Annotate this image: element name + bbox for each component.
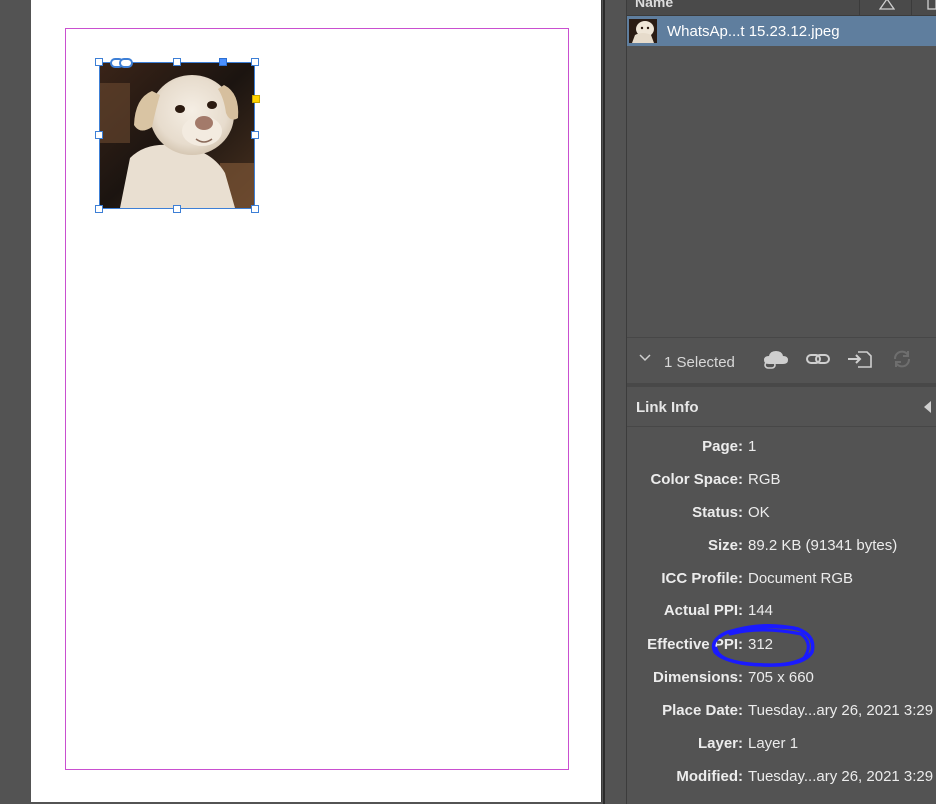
- info-label: Place Date:: [662, 702, 743, 719]
- links-toolbar: 1 Selected: [627, 337, 936, 384]
- info-row-modified: Modified: Tuesday...ary 26, 2021 3:29: [627, 768, 936, 801]
- page-column-icon[interactable]: [927, 0, 936, 10]
- info-label: Actual PPI:: [663, 602, 743, 619]
- go-to-link-icon[interactable]: [846, 348, 874, 370]
- info-label: Status:: [692, 504, 743, 521]
- info-row-place-date: Place Date: Tuesday...ary 26, 2021 3:29: [627, 702, 936, 735]
- resize-handle-bottom-right[interactable]: [251, 205, 259, 213]
- info-row-icc-profile: ICC Profile: Document RGB: [627, 570, 936, 603]
- link-file-name: WhatsAp...t 15.23.12.jpeg: [667, 23, 840, 40]
- cloud-link-icon[interactable]: [761, 348, 791, 370]
- resize-handle-bottom[interactable]: [173, 205, 181, 213]
- image-frame[interactable]: [95, 58, 260, 213]
- update-link-icon[interactable]: [891, 348, 913, 370]
- resize-handle-bottom-left[interactable]: [95, 205, 103, 213]
- corner-options-handle[interactable]: [252, 95, 260, 103]
- links-list-empty-area[interactable]: [627, 46, 936, 336]
- info-row-status: Status: OK: [627, 504, 936, 537]
- info-value: 144: [748, 602, 774, 619]
- dog-photo: [100, 63, 254, 208]
- info-row-size: Size: 89.2 KB (91341 bytes): [627, 537, 936, 570]
- info-value: Tuesday...ary 26, 2021 3:29: [748, 702, 934, 719]
- info-label: Color Space:: [650, 471, 743, 488]
- info-value: RGB: [748, 471, 781, 488]
- column-name-header[interactable]: Name: [635, 0, 673, 10]
- resize-handle-top[interactable]: [173, 58, 181, 66]
- info-value: 1: [748, 438, 757, 455]
- info-label: ICC Profile:: [661, 570, 743, 587]
- chevron-down-icon[interactable]: [639, 354, 651, 362]
- info-label: Page:: [702, 438, 743, 455]
- info-value: Layer 1: [748, 735, 799, 752]
- info-label: Layer:: [697, 735, 743, 752]
- info-label: Dimensions:: [652, 669, 743, 686]
- content-grabber-handle[interactable]: [219, 58, 227, 66]
- info-row-color-space: Color Space: RGB: [627, 471, 936, 504]
- info-row-page: Page: 1: [627, 438, 936, 471]
- info-value: 705 x 660: [748, 669, 814, 686]
- selected-count: 1 Selected: [664, 354, 735, 371]
- resize-handle-top-right[interactable]: [251, 58, 259, 66]
- link-thumbnail: [629, 19, 657, 43]
- info-value: 312: [748, 636, 774, 653]
- section-divider[interactable]: [627, 383, 936, 387]
- link-info-title: Link Info: [636, 399, 699, 416]
- warning-triangle-icon[interactable]: [879, 0, 895, 10]
- resize-handle-left[interactable]: [95, 131, 103, 139]
- panel-divider[interactable]: [603, 0, 605, 804]
- info-row-actual-ppi: Actual PPI: 144: [627, 602, 936, 635]
- collapse-triangle-icon[interactable]: [923, 400, 932, 414]
- info-row-effective-ppi: Effective PPI: 312: [627, 636, 936, 669]
- info-value: 89.2 KB (91341 bytes): [748, 537, 898, 554]
- resize-handle-top-left[interactable]: [95, 58, 103, 66]
- info-row-dimensions: Dimensions: 705 x 660: [627, 669, 936, 702]
- resize-handle-right[interactable]: [251, 131, 259, 139]
- info-label: Effective PPI:: [647, 636, 743, 653]
- info-value: Document RGB: [748, 570, 854, 587]
- info-value: Tuesday...ary 26, 2021 3:29: [748, 768, 934, 785]
- info-label: Modified:: [676, 768, 743, 785]
- links-list-header: Name: [627, 0, 936, 16]
- column-separator: [911, 0, 912, 15]
- column-separator: [859, 0, 860, 15]
- info-row-layer: Layer: Layer 1: [627, 735, 936, 768]
- chain-link-badge-icon[interactable]: [110, 57, 134, 69]
- document-page[interactable]: [31, 0, 602, 802]
- relink-chain-icon[interactable]: [805, 348, 831, 370]
- link-info-header[interactable]: Link Info: [627, 388, 936, 427]
- link-list-item[interactable]: WhatsAp...t 15.23.12.jpeg: [627, 16, 936, 46]
- links-panel: Name WhatsAp...t 15.23.12.jpeg 1 Selecte…: [626, 0, 936, 804]
- info-value: OK: [748, 504, 770, 521]
- info-label: Size:: [707, 537, 743, 554]
